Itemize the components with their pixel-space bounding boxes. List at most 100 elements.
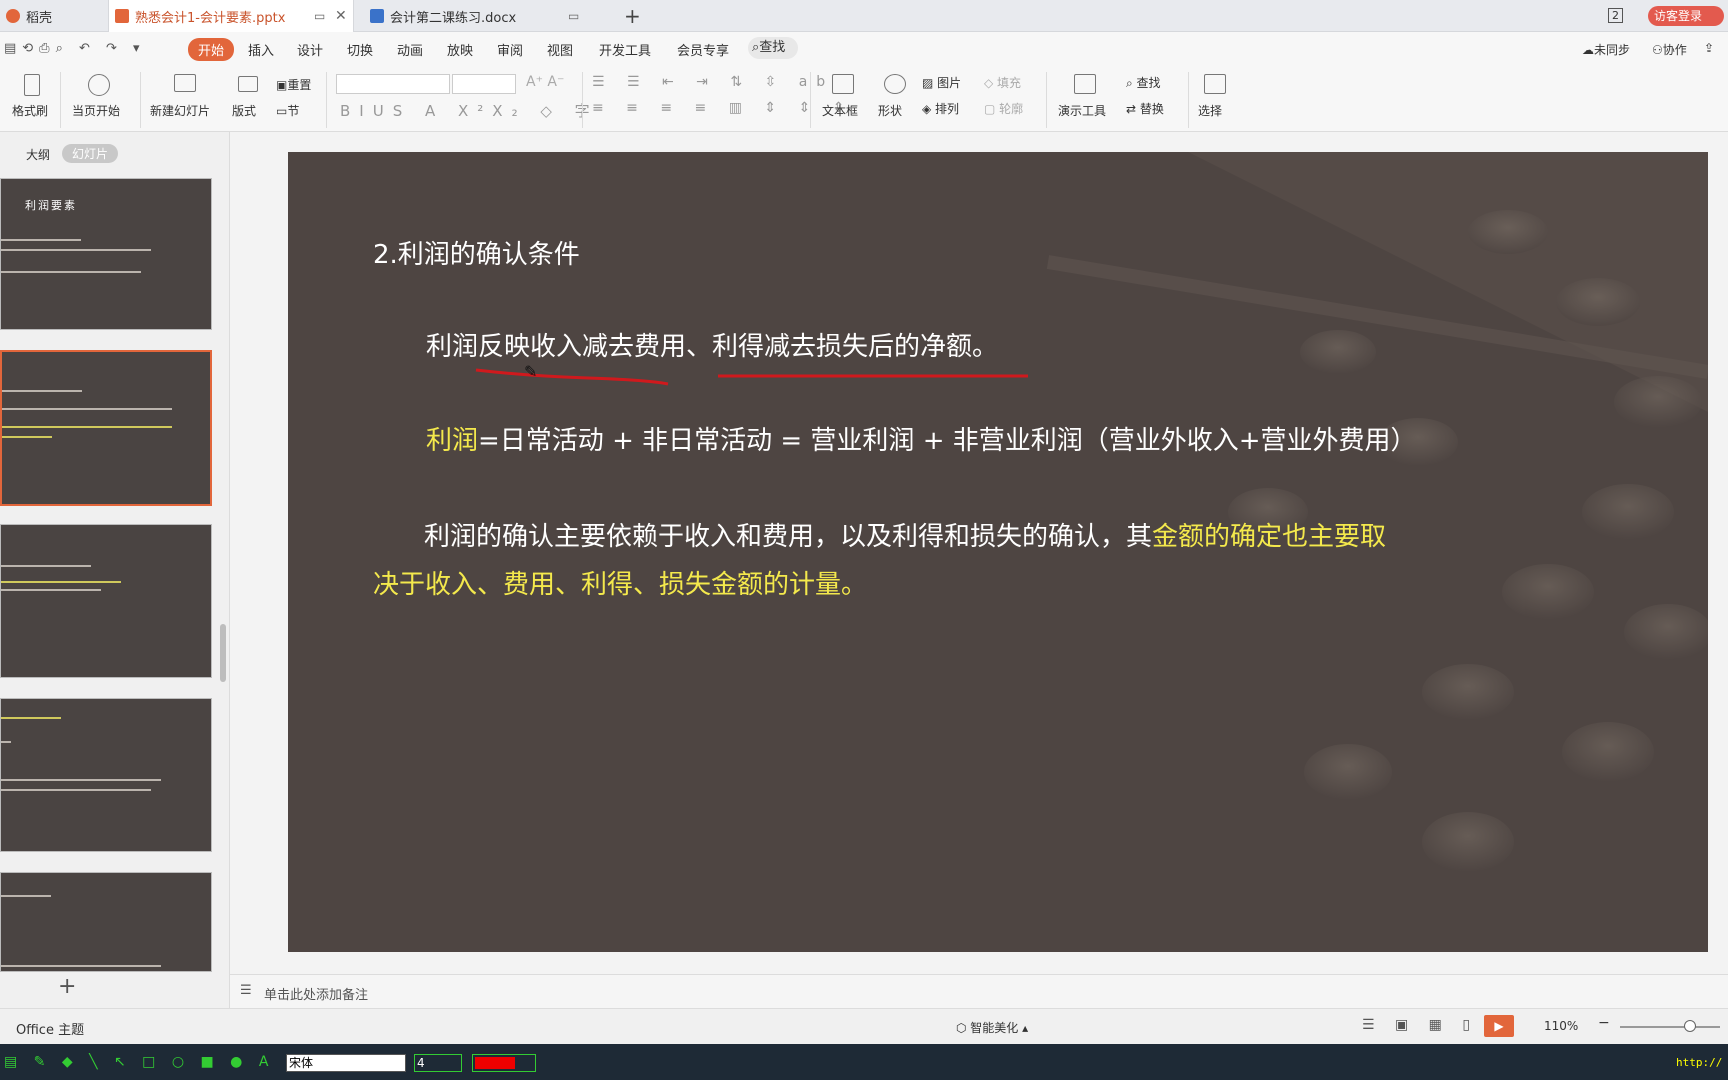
font-family-select[interactable] (336, 74, 450, 94)
slide-thumbnail-1[interactable]: 利润要素 (0, 178, 212, 330)
theme-label: Office 主题 (16, 1023, 85, 1038)
daoke-icon (6, 9, 20, 23)
section-label: 节 (287, 104, 300, 118)
fill-icon: ◇ (984, 76, 998, 90)
textbox-button[interactable]: 文本框 (822, 102, 858, 119)
menu-home[interactable]: 开始 (188, 38, 235, 61)
tab-daoke[interactable]: 稻壳 (0, 0, 106, 32)
arrange-button[interactable]: ◈ 排列 (922, 100, 959, 117)
format-brush-button[interactable]: 格式刷 (12, 102, 48, 119)
quick-access-icons[interactable]: ▤⟲⎙⌕ ↶ ↷ ▾ (4, 41, 146, 56)
pen-toolbar: ▤ ✎ ◆ ╲ ↖ □ ○ ■ ● A 宋体 4 http:// (0, 1044, 1728, 1080)
present-tools-button[interactable]: 演示工具 (1058, 102, 1106, 119)
slide-line-3[interactable]: 利润的确认主要依赖于收入和费用，以及利得和损失的确认，其金额的确定也主要取 (424, 516, 1386, 553)
find-label: 查找 (1136, 76, 1161, 90)
login-button[interactable]: 访客登录 (1648, 6, 1724, 26)
find-button[interactable]: ⌕ 查找 (1126, 74, 1161, 91)
pen-color-swatch (475, 1057, 515, 1069)
zoom-slider[interactable] (1620, 1026, 1720, 1028)
add-slide-button[interactable]: + (58, 974, 76, 999)
outline-button[interactable]: ▢ 轮廓 (984, 100, 1023, 117)
replace-button[interactable]: ⇄ 替换 (1126, 100, 1164, 117)
shape-button[interactable]: 形状 (878, 102, 902, 119)
layout-button[interactable]: 版式 (232, 102, 256, 119)
picture-icon: ▨ (922, 76, 938, 90)
tab-pptx[interactable]: 熟悉会计1-会计要素.pptx ▭ ✕ (108, 0, 354, 32)
arrange-icon: ◈ (922, 102, 936, 116)
divider (582, 72, 583, 128)
slide-thumbnail-3[interactable] (0, 524, 212, 678)
menu-search[interactable]: ⌕查找 (748, 37, 798, 59)
fill-button[interactable]: ◇ 填充 (984, 74, 1021, 91)
new-slide-button[interactable]: 新建幻灯片 (150, 102, 210, 119)
slides-tab[interactable]: 幻灯片 (62, 144, 119, 163)
menu-animation[interactable]: 动画 (397, 40, 423, 59)
menu-slideshow[interactable]: 放映 (447, 40, 473, 59)
alignment-icons[interactable]: ≡ ≡ ≡ ≡ ▥ ⇕ ⇕ ⇕ (592, 100, 854, 116)
cloud-icon: ☁ (1582, 43, 1594, 57)
menu-member[interactable]: 会员专享 (677, 40, 729, 59)
play-slideshow-icon[interactable]: ▶ (1484, 1015, 1514, 1037)
draw-tool-icons[interactable]: ▤ ✎ ◆ ╲ ↖ □ ○ ■ ● A (4, 1054, 274, 1070)
text-format-icons[interactable]: BIUS A X²X₂ ◇ 字 (340, 100, 599, 121)
slide-thumbnail-2[interactable] (0, 350, 212, 506)
slide-thumbnail-5[interactable] (0, 872, 212, 972)
notes-placeholder: 单击此处添加备注 (264, 988, 369, 1003)
pen-size-label: 4 (417, 1056, 425, 1070)
new-tab-button[interactable]: + (624, 4, 641, 28)
list-indent-icons[interactable]: ☰ ☰ ⇤ ⇥ ⇅ ⇳ ab (592, 74, 834, 90)
section-icon: ▭ (276, 104, 288, 118)
picture-button[interactable]: ▨ 图片 (922, 74, 961, 91)
tab-label: 会计第二课练习.docx (390, 10, 517, 26)
thumbnail-scrollbar[interactable] (220, 624, 226, 682)
thumbnail-text-line (2, 436, 52, 438)
font-size-select[interactable] (452, 74, 516, 94)
thumbnail-text-line (1, 271, 141, 273)
slide-line-4[interactable]: 决于收入、费用、利得、损失金额的计量。 (373, 564, 867, 601)
window-restore-icon[interactable]: ▭ (314, 9, 325, 23)
pen-color-select[interactable] (472, 1054, 536, 1072)
divider (1046, 72, 1047, 128)
share-icon[interactable]: ⇪ (1704, 41, 1714, 55)
replace-icon: ⇄ (1126, 102, 1140, 116)
new-slide-icon (174, 74, 196, 92)
play-from-current-button[interactable]: 当页开始 (72, 102, 120, 119)
reset-button[interactable]: ▣重置 (276, 76, 311, 93)
menu-developer[interactable]: 开发工具 (599, 40, 651, 59)
layout-icon (238, 76, 258, 92)
menu-view[interactable]: 视图 (547, 40, 573, 59)
slide-canvas[interactable]: 2.利润的确认条件 利润反映收入减去费用、利得减去损失后的净额。 ✎ 利润=日常… (288, 152, 1708, 952)
outline-tab[interactable]: 大纲 (26, 146, 50, 163)
zoom-level[interactable]: 110% (1544, 1019, 1578, 1033)
thumbnail-text-line (2, 390, 82, 392)
red-ink-underline (475, 368, 1028, 386)
notes-area[interactable]: ☰ 单击此处添加备注 (230, 974, 1728, 1008)
window-count-badge[interactable]: 2 (1608, 8, 1623, 23)
pen-size-select[interactable]: 4 (414, 1054, 462, 1072)
tab-docx[interactable]: 会计第二课练习.docx ▭ (364, 0, 610, 32)
font-grow-shrink-icons[interactable]: A⁺ A⁻ (526, 74, 564, 90)
view-mode-icons[interactable]: ☰ ▣ ▦ ▯ (1362, 1017, 1478, 1033)
slide-heading[interactable]: 2.利润的确认条件 (373, 234, 580, 271)
sync-status[interactable]: ☁未同步 (1582, 41, 1630, 58)
smart-beautify-button[interactable]: ⬡ 智能美化 ▴ (956, 1019, 1028, 1036)
pen-cursor-icon: ✎ (524, 362, 538, 381)
slide-thumbnail-4[interactable] (0, 698, 212, 852)
zoom-slider-handle[interactable] (1684, 1020, 1696, 1032)
close-tab-icon[interactable]: ✕ (335, 8, 347, 24)
select-button[interactable]: 选择 (1198, 102, 1222, 119)
menu-review[interactable]: 审阅 (497, 40, 523, 59)
sync-label: 未同步 (1594, 43, 1631, 57)
zoom-out-icon[interactable]: − (1598, 1015, 1610, 1031)
outline-label: 轮廓 (999, 102, 1024, 116)
menu-transition[interactable]: 切换 (347, 40, 373, 59)
slide-line-2[interactable]: 利润=日常活动 + 非日常活动 = 营业利润 + 非营业利润（营业外收入+营业外… (426, 420, 1417, 457)
fill-label: 填充 (997, 76, 1022, 90)
divider (140, 72, 141, 128)
menu-insert[interactable]: 插入 (248, 40, 274, 59)
menu-design[interactable]: 设计 (297, 40, 323, 59)
section-button[interactable]: ▭节 (276, 102, 299, 119)
window-restore-icon[interactable]: ▭ (568, 9, 579, 23)
pen-font-select[interactable]: 宋体 (286, 1054, 406, 1072)
collab-button[interactable]: ⚇协作 (1652, 41, 1687, 58)
